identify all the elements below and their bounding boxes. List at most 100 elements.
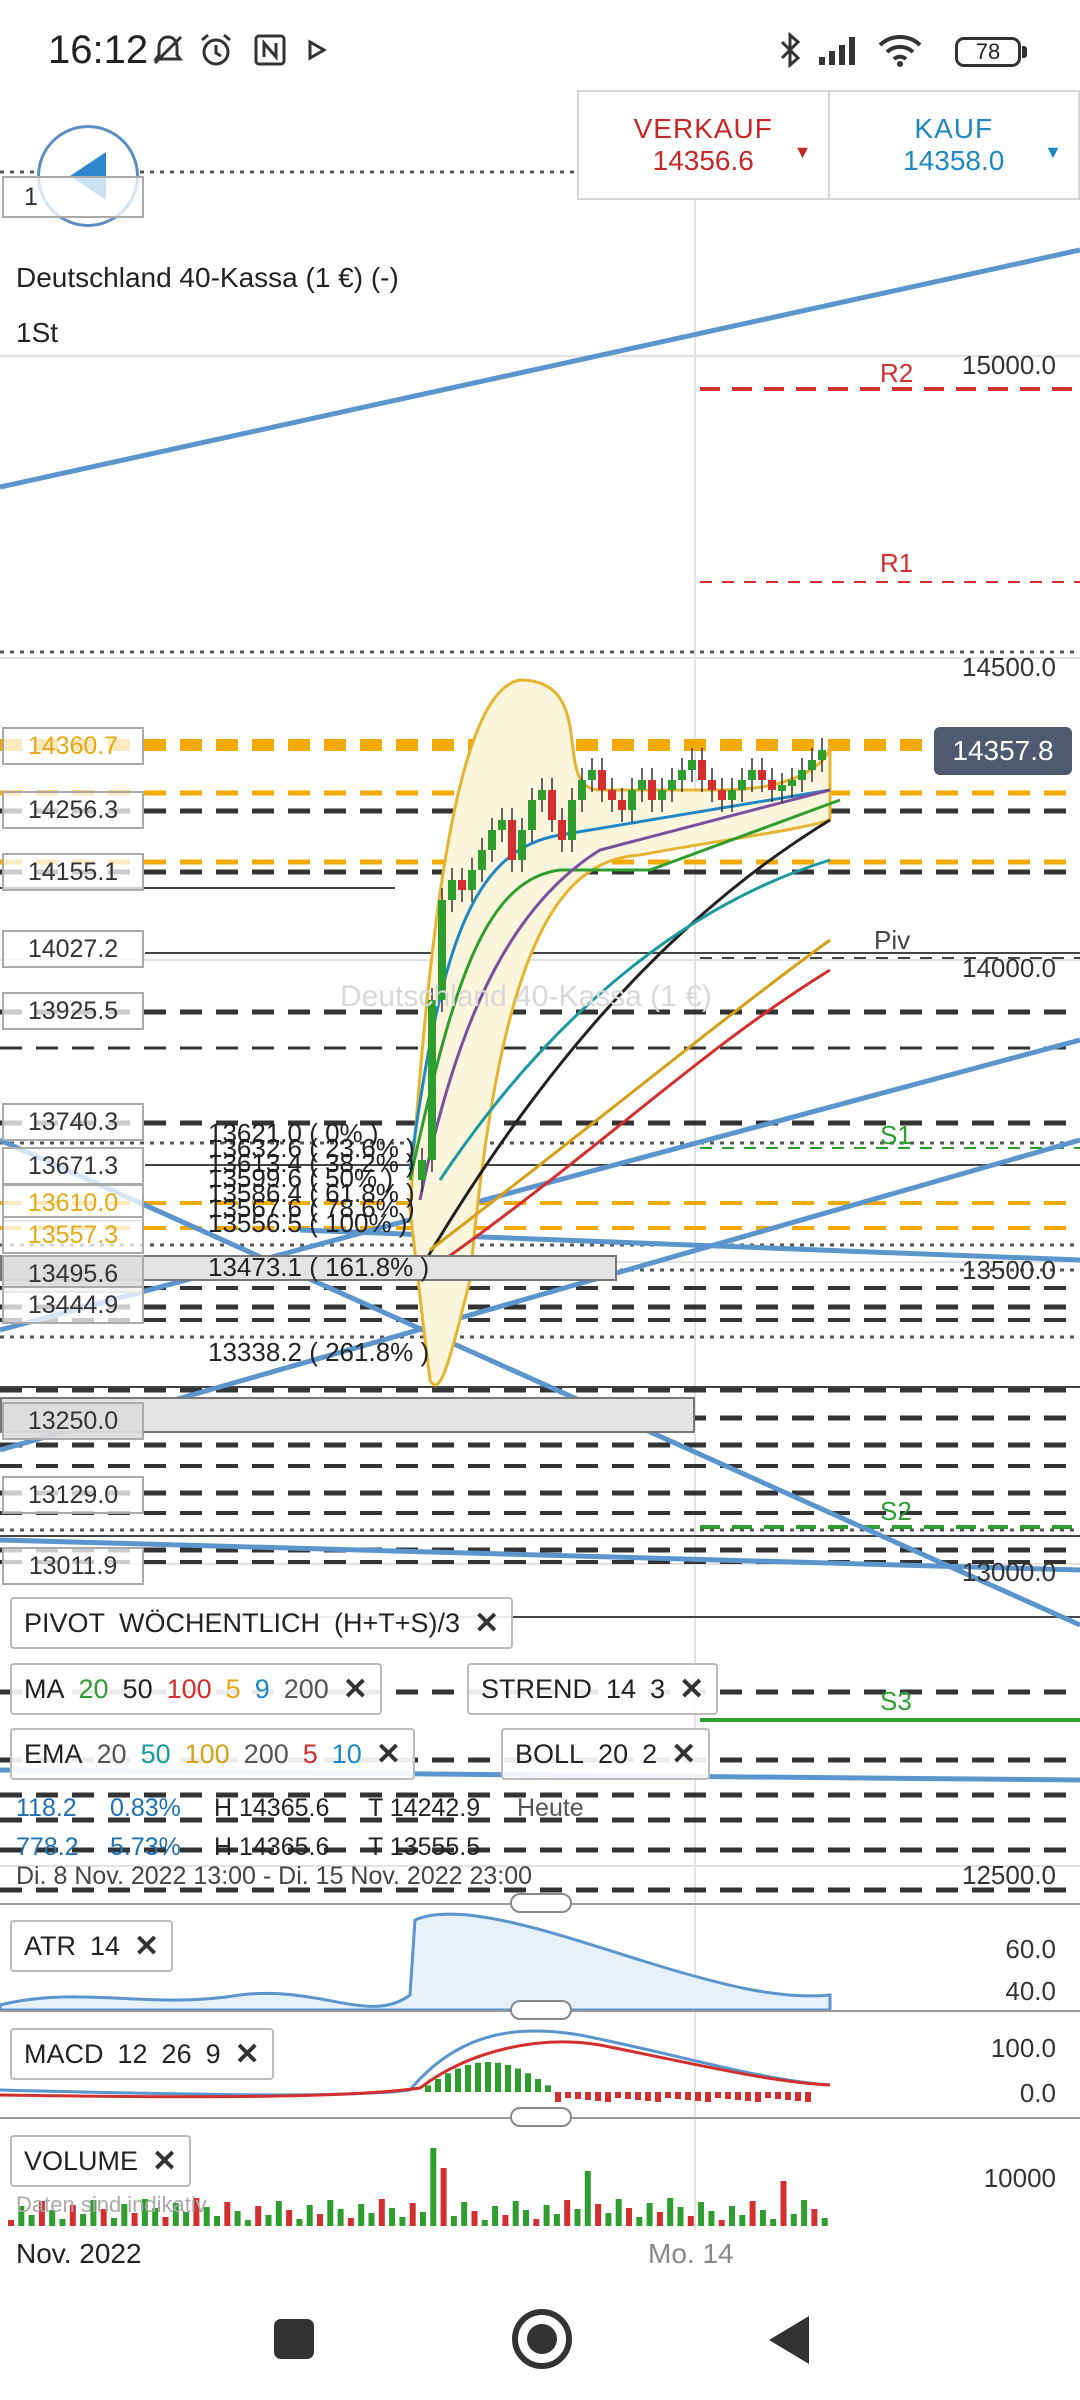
- close-icon[interactable]: ✕: [474, 1606, 499, 1641]
- candle-body: [808, 760, 816, 770]
- pivot-chip[interactable]: PIVOT WÖCHENTLICH (H+T+S)/3 ✕: [10, 1597, 514, 1649]
- candle-body: [678, 770, 686, 780]
- nav-back-button[interactable]: [763, 2312, 813, 2368]
- close-icon[interactable]: ✕: [235, 2037, 260, 2072]
- quote-box: VERKAUF 14356.6 ▼ KAUF 14358.0 ▼: [577, 90, 1080, 200]
- ma-period: 5: [225, 1673, 241, 1704]
- recents-button[interactable]: [270, 2315, 318, 2363]
- candle-body: [648, 780, 656, 800]
- level-label: 1: [2, 176, 144, 218]
- sell-button[interactable]: VERKAUF 14356.6 ▼: [579, 92, 828, 198]
- volume-bar: [317, 2214, 323, 2226]
- candle-body: [428, 1000, 436, 1160]
- macd-histogram-bar: [435, 2078, 441, 2092]
- chart-watermark: Deutschland 40-Kassa (1 €): [340, 980, 712, 1013]
- close-icon[interactable]: ✕: [343, 1672, 368, 1707]
- ema-period: 100: [184, 1738, 230, 1769]
- axis-label: 14500.0: [962, 652, 1056, 682]
- macd-histogram-bar: [425, 2085, 431, 2092]
- panel-resize-handle[interactable]: [510, 2000, 572, 2020]
- disclaimer: Daten sind indikativ: [16, 2192, 207, 2217]
- ma-period: 50: [122, 1673, 153, 1704]
- candle-body: [768, 780, 776, 790]
- candle-body: [708, 780, 716, 790]
- macd-histogram-bar: [585, 2092, 591, 2100]
- level-label: 13250.0: [2, 1402, 144, 1440]
- candle-body: [628, 790, 636, 810]
- macd-histogram-bar: [605, 2092, 611, 2102]
- square-icon: [274, 2319, 314, 2359]
- sell-label: VERKAUF: [633, 113, 773, 144]
- volume-bar: [687, 2216, 694, 2226]
- volume-bar: [347, 2218, 354, 2226]
- strend-param: 14: [606, 1673, 637, 1704]
- macd-histogram-bar: [705, 2092, 711, 2102]
- volume-bar: [265, 2215, 272, 2226]
- volume-bar: [729, 2206, 735, 2226]
- atr-name: ATR: [24, 1930, 76, 1961]
- strend-chip[interactable]: STREND 14 3 ✕: [467, 1663, 719, 1715]
- atr-chip[interactable]: ATR 14 ✕: [10, 1920, 174, 1972]
- atr-param: 14: [90, 1930, 121, 1961]
- ema-chip[interactable]: EMA 20 50 100 200 5 10 ✕: [10, 1728, 415, 1780]
- close-icon[interactable]: ✕: [134, 1929, 159, 1964]
- volume-bar: [296, 2219, 303, 2226]
- boll-chip[interactable]: BOLL 20 2 ✕: [501, 1728, 711, 1780]
- close-icon[interactable]: ✕: [671, 1737, 696, 1772]
- macd-histogram-bar: [755, 2092, 761, 2102]
- battery-level: 78: [975, 39, 1001, 64]
- ma-period: 200: [283, 1673, 329, 1704]
- volume-bar: [523, 2210, 529, 2226]
- volume-bar: [770, 2219, 777, 2226]
- macd-histogram-bar: [715, 2092, 721, 2098]
- axis-label: 15000.0: [962, 350, 1056, 380]
- timeframe-label[interactable]: 1St: [16, 317, 58, 349]
- volume-bar: [564, 2200, 571, 2226]
- level-label: 14256.3: [2, 791, 144, 829]
- panel-resize-handle[interactable]: [510, 1893, 572, 1913]
- wifi-icon: [875, 30, 925, 70]
- pivot-r1-label: R1: [880, 548, 914, 578]
- volume-bar: [656, 2212, 663, 2226]
- level-label: 14360.7: [2, 727, 144, 765]
- volume-bar: [358, 2204, 365, 2226]
- home-circle-icon: [512, 2309, 572, 2369]
- level-label: 14027.2: [2, 930, 144, 968]
- macd-histogram-bar: [695, 2092, 701, 2101]
- candle-body: [578, 780, 586, 800]
- volume-bar: [286, 2210, 293, 2226]
- close-icon[interactable]: ✕: [152, 2144, 177, 2179]
- candle-body: [608, 790, 616, 800]
- candle-body: [758, 770, 766, 780]
- panel-resize-handle[interactable]: [510, 2107, 572, 2127]
- volume-bar: [492, 2206, 499, 2226]
- stat-change: 778.2: [16, 1833, 79, 1861]
- play-icon: [302, 30, 332, 70]
- volume-bar: [626, 2208, 632, 2226]
- home-button[interactable]: [510, 2307, 574, 2371]
- volume-bar: [234, 2211, 241, 2226]
- volume-bar: [553, 2214, 560, 2226]
- candle-body: [588, 770, 596, 780]
- strend-param: 3: [650, 1673, 666, 1704]
- close-icon[interactable]: ✕: [376, 1737, 401, 1772]
- candle-body: [668, 780, 676, 790]
- close-icon[interactable]: ✕: [679, 1672, 704, 1707]
- instrument-title: Deutschland 40-Kassa (1 €) (-): [16, 262, 399, 293]
- volume-bar: [481, 2220, 488, 2226]
- ema-period: 50: [140, 1738, 171, 1769]
- level-label: 13129.0: [2, 1476, 144, 1514]
- sell-down-arrow-icon: ▼: [793, 142, 812, 162]
- macd-histogram-bar: [595, 2092, 601, 2101]
- volume-chip[interactable]: VOLUME ✕: [10, 2135, 192, 2187]
- candle-body: [478, 850, 486, 870]
- volume-bar: [275, 2201, 282, 2226]
- buy-button[interactable]: KAUF 14358.0 ▼: [827, 92, 1079, 198]
- candle-body: [778, 785, 786, 791]
- pivot-formula: (H+T+S)/3: [334, 1607, 461, 1638]
- macd-chip[interactable]: MACD 12 26 9 ✕: [10, 2028, 274, 2080]
- volume-bar: [821, 2218, 828, 2226]
- ma-chip[interactable]: MA 20 50 100 5 9 200 ✕: [10, 1663, 382, 1715]
- volume-bar: [306, 2205, 313, 2226]
- pivot-name: PIVOT: [24, 1607, 106, 1638]
